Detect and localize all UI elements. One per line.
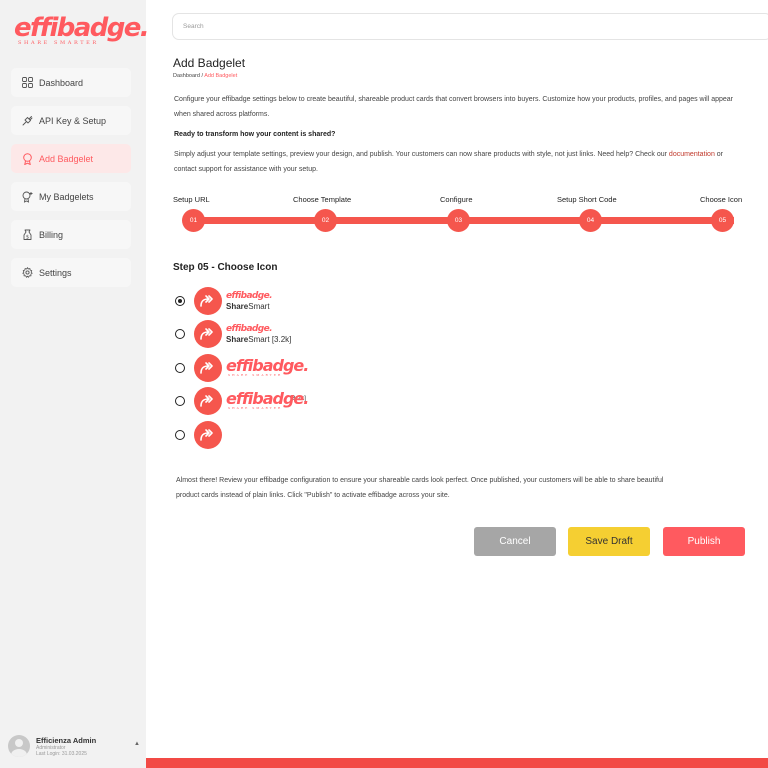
brand-wordmark: effibadge. [226,290,273,301]
sharesmart-text: ShareSmart [3.2k] [226,334,291,345]
share-count: [3.2k] [271,334,292,344]
share-arrows-icon [194,421,222,449]
brand-sharesmart-label: effibadge. ShareSmart [3.2k] [226,324,291,345]
breadcrumb-dashboard[interactable]: Dashboard [173,73,200,79]
publish-note: Almost there! Review your effibadge conf… [176,477,664,499]
share-word: Share [226,334,249,344]
icon-option-1[interactable]: effibadge. ShareSmart [175,287,273,315]
cancel-button[interactable]: Cancel [474,527,556,556]
sidebar-item-label: API Key & Setup [39,115,107,126]
step-label-4: Setup Short Code [557,195,617,204]
cta-heading: Ready to transform how your content is s… [174,131,336,138]
save-draft-button[interactable]: Save Draft [568,527,650,556]
badge-list-icon [21,191,33,203]
icon-option-2[interactable]: effibadge. ShareSmart [3.2k] [175,320,291,348]
step-label-2: Choose Template [293,195,352,204]
icon-option-radio[interactable] [175,396,185,406]
step-label-1: Setup URL [173,195,210,204]
sidebar-nav: Dashboard API Key & Setup Add Badgelet M… [11,68,131,296]
sidebar-item-my-badgelets[interactable]: My Badgelets [11,182,131,211]
brand-wordmark: effibadge. [226,323,273,334]
brand-logo-wordmark: effibadge. [14,13,150,43]
sidebar-item-billing[interactable]: $ Billing [11,220,131,249]
user-last-login: Last Login: 31.03.2025 [36,750,87,757]
smart-word: Smart [248,301,270,311]
icon-option-radio[interactable] [175,296,185,306]
plug-icon [21,115,33,127]
help-text-before: Simply adjust your template settings, pr… [174,151,669,158]
footer-accent-bar [146,758,768,768]
billing-icon: $ [21,229,33,241]
step-circle-4[interactable]: 04 [579,209,602,232]
gear-icon [21,267,33,279]
sidebar-item-label: My Badgelets [39,191,94,202]
brand-tagline: SHARE SMARTER [228,373,283,377]
help-text: Simply adjust your template settings, pr… [174,147,744,177]
step-circle-2[interactable]: 02 [314,209,337,232]
user-profile[interactable]: Efficienza Admin Administrator Last Logi… [8,732,142,760]
sidebar-item-api-key[interactable]: API Key & Setup [11,106,131,135]
step-circle-5[interactable]: 05 [711,209,734,232]
sidebar-item-label: Billing [39,229,64,240]
badge-icon [21,152,33,165]
step-heading: Step 05 - Choose Icon [173,262,278,273]
documentation-link[interactable]: documentation [669,151,715,158]
sidebar-item-dashboard[interactable]: Dashboard [11,68,131,97]
share-arrows-icon [194,320,222,348]
breadcrumb-current: Add Badgelet [204,73,238,79]
share-arrows-icon [194,354,222,382]
publish-button[interactable]: Publish [663,527,745,556]
brand-logo-large: effibadge. SHARE SMARTER [226,354,309,382]
smart-word: Smart [248,334,270,344]
stepper: Setup URL 01 Choose Template 02 Configur… [173,195,745,235]
sidebar-item-label: Dashboard [39,77,84,88]
brand-logo-large: effibadge. SHARE SMARTER [226,387,309,415]
icon-option-radio[interactable] [175,363,185,373]
icon-option-radio[interactable] [175,430,185,440]
user-name: Efficienza Admin [36,735,97,745]
page-title: Add Badgelet [173,56,246,70]
icon-option-radio[interactable] [175,329,185,339]
step-circle-3[interactable]: 03 [447,209,470,232]
sidebar: effibadge. SHARE SMARTER Dashboard API K… [0,0,150,768]
user-info: Efficienza Admin Administrator Last Logi… [36,736,96,757]
search-placeholder: Search [183,23,204,30]
brand-logo[interactable]: effibadge. SHARE SMARTER [14,13,150,46]
icon-option-5[interactable] [175,421,226,449]
step-circle-1[interactable]: 01 [182,209,205,232]
chevron-up-icon[interactable]: ▲ [134,741,140,747]
search-input[interactable]: Search [172,13,768,40]
avatar [8,735,30,757]
breadcrumb: Dashboard / Add Badgelet [173,73,237,79]
brand-logo-tagline: SHARE SMARTER [18,40,99,46]
sidebar-item-add-badgelet[interactable]: Add Badgelet [11,144,131,173]
icon-option-3[interactable]: effibadge. SHARE SMARTER [175,354,309,382]
share-arrows-icon [194,287,222,315]
sidebar-item-settings[interactable]: Settings [11,258,131,287]
sidebar-item-label: Add Badgelet [39,153,94,164]
share-word: Share [226,301,249,311]
brand-sharesmart-label: effibadge. ShareSmart [226,290,273,312]
intro-text: Configure your effibadge settings below … [174,96,734,118]
icon-option-4[interactable]: effibadge. SHARE SMARTER [3.2k] [175,387,309,415]
sidebar-item-label: Settings [39,267,72,278]
sharesmart-text: ShareSmart [226,301,272,312]
step-label-3: Configure [440,195,473,204]
brand-tagline: SHARE SMARTER [228,406,283,410]
step-label-5: Choose Icon [700,195,743,204]
svg-text:$: $ [25,234,28,240]
grid-icon [21,77,33,89]
share-arrows-icon [194,387,222,415]
